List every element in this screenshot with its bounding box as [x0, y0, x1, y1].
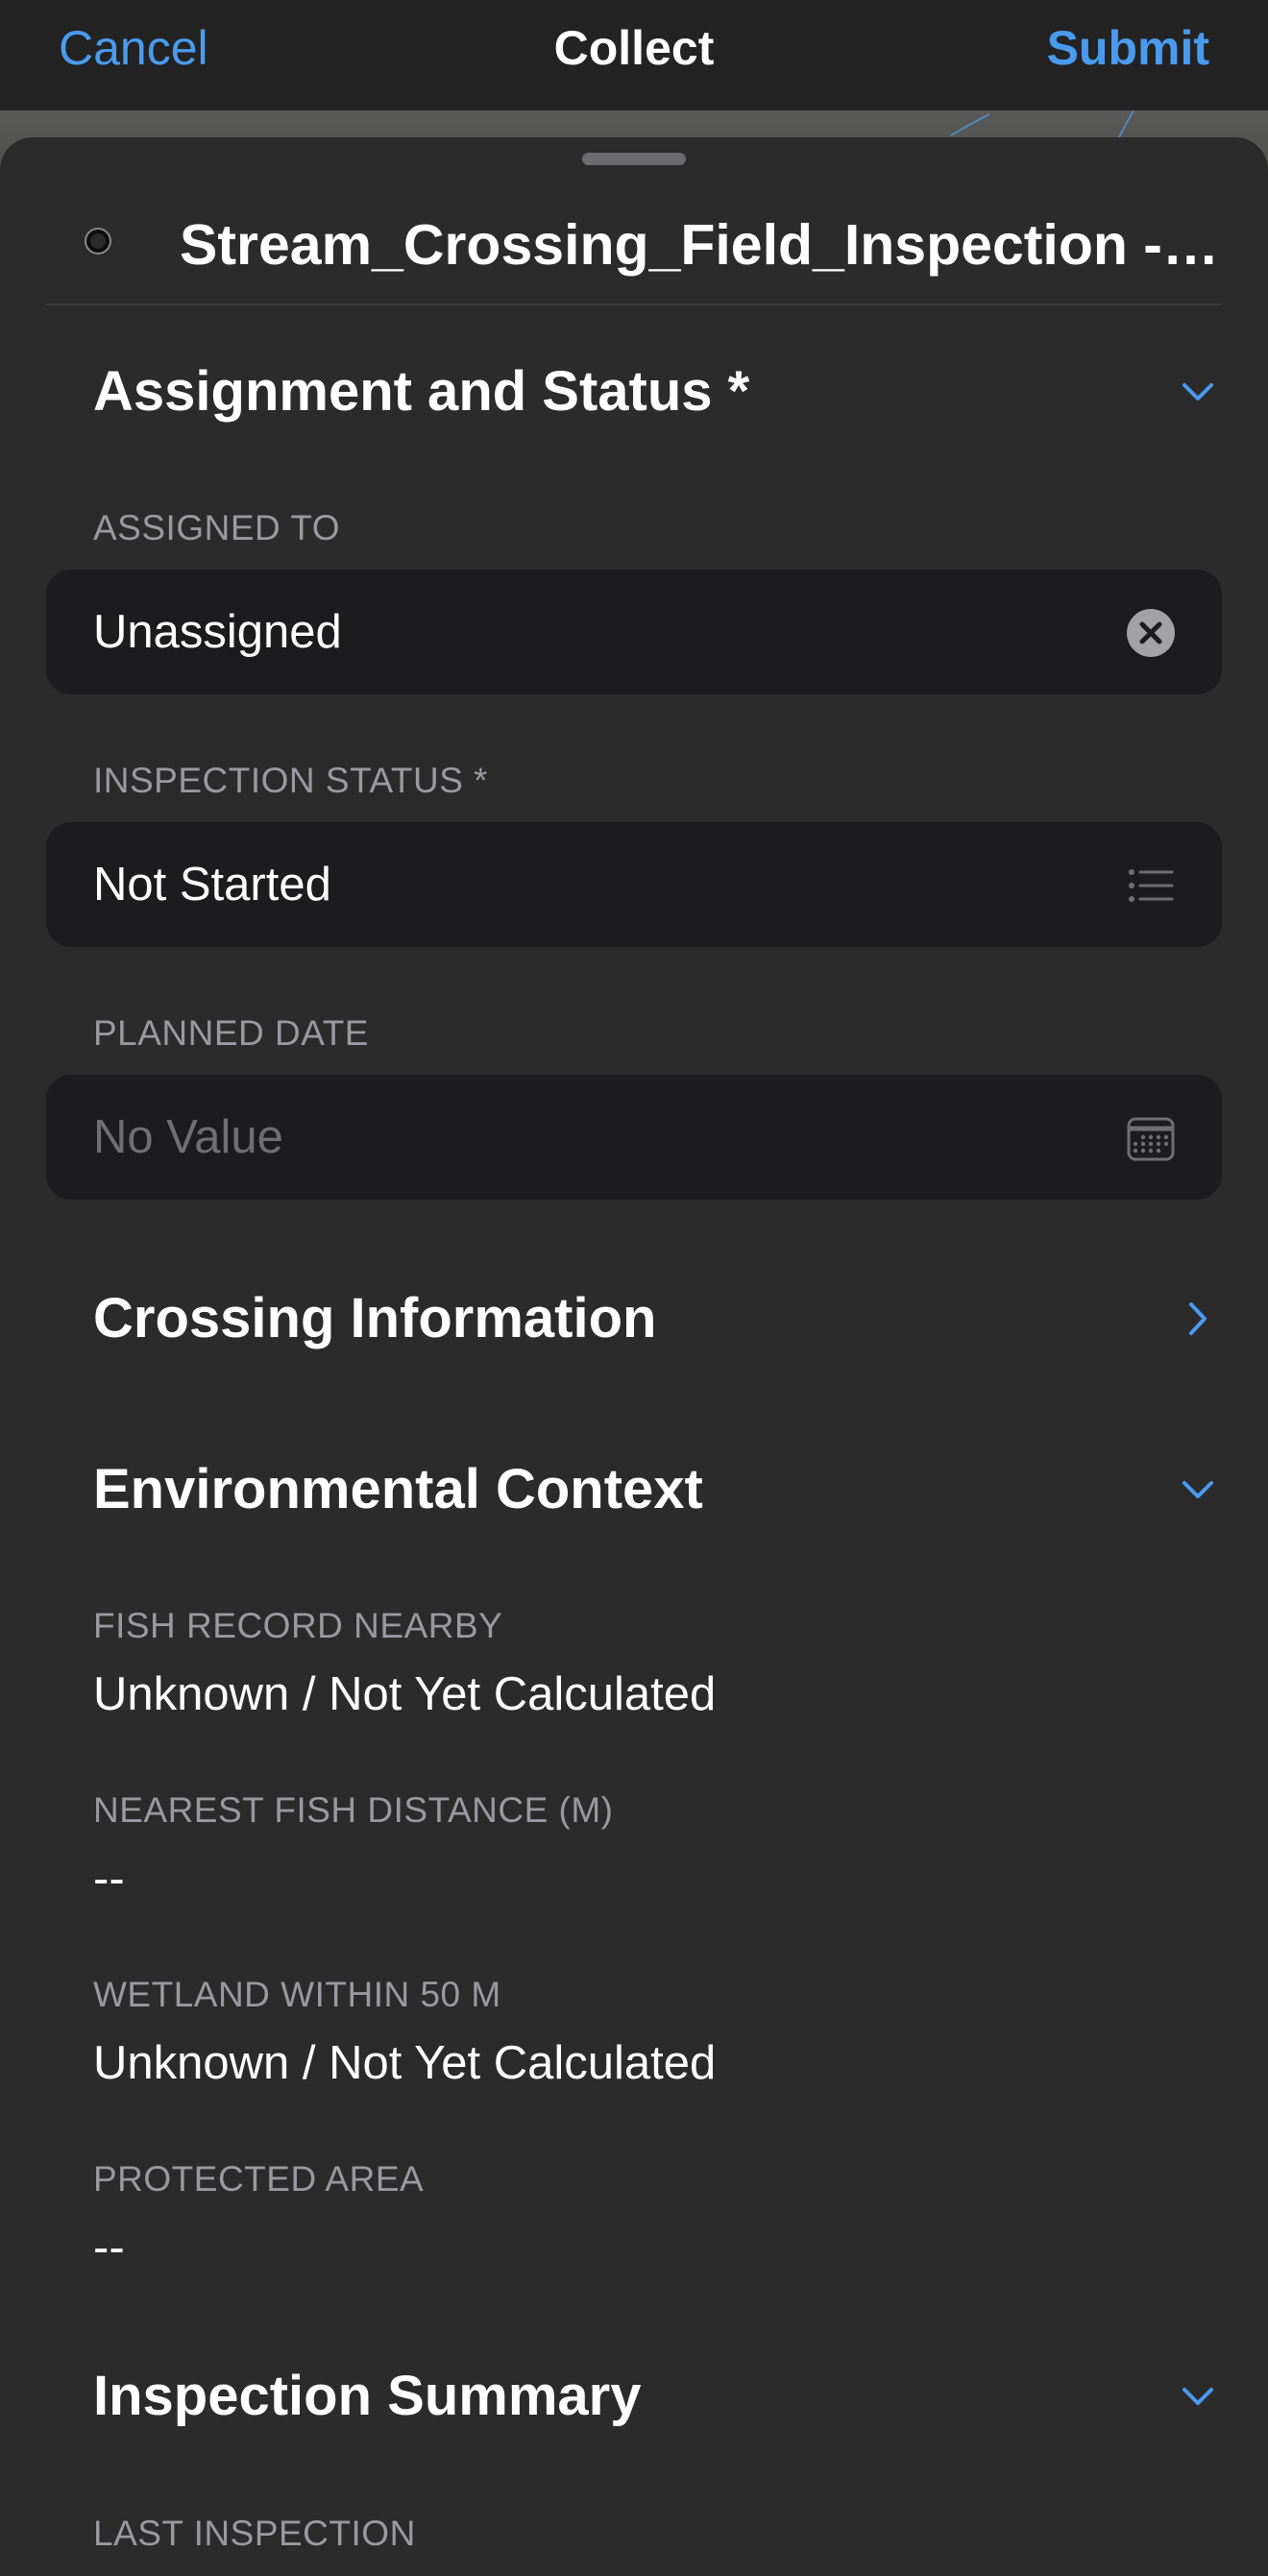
field-label-protected-area: PROTECTED AREA [93, 2159, 425, 2199]
chevron-down-icon [1183, 2388, 1213, 2405]
fish-record-nearby-value: Unknown / Not Yet Calculated [93, 1668, 717, 1720]
sheet-header: Stream_Crossing_Field_Inspection - S... [46, 189, 1222, 305]
assigned-to-value: Unassigned [93, 606, 342, 658]
field-label-inspection-status: INSPECTION STATUS * [93, 761, 489, 800]
field-label-wetland-within-50m: WETLAND WITHIN 50 M [93, 1975, 501, 2014]
sheet-title: Stream_Crossing_Field_Inspection - S... [180, 213, 1222, 277]
navigation-bar: Cancel Collect Submit [0, 0, 1268, 110]
field-label-assigned-to: ASSIGNED TO [93, 508, 341, 547]
wetland-within-50m-value: Unknown / Not Yet Calculated [93, 2037, 717, 2089]
group-title: Crossing Information [93, 1287, 657, 1349]
calendar-icon [1127, 1117, 1175, 1161]
protected-area-value: -- [93, 2222, 125, 2273]
submit-button[interactable]: Submit [1047, 17, 1209, 79]
inspection-status-value: Not Started [93, 859, 331, 911]
inspection-status-field[interactable]: Not Started [46, 822, 1222, 947]
list-icon [1129, 869, 1174, 902]
group-title: Environmental Context [93, 1458, 703, 1520]
group-title: Assignment and Status * [93, 360, 750, 423]
chevron-right-icon [1189, 1302, 1207, 1335]
group-header-environmental-context[interactable]: Environmental Context [93, 1451, 1217, 1528]
group-title: Inspection Summary [93, 2365, 642, 2427]
field-label-last-inspection: LAST INSPECTION [93, 2514, 416, 2553]
clear-icon[interactable] [1126, 608, 1176, 658]
planned-date-placeholder: No Value [93, 1111, 283, 1163]
chevron-down-icon [1183, 383, 1213, 401]
group-header-assignment[interactable]: Assignment and Status * [93, 353, 1217, 430]
assigned-to-field[interactable]: Unassigned [46, 570, 1222, 694]
field-label-planned-date: PLANNED DATE [93, 1013, 369, 1053]
sheet-grabber-handle[interactable] [582, 153, 686, 165]
chevron-down-icon [1183, 1481, 1213, 1498]
nearest-fish-distance-value: -- [93, 1853, 125, 1905]
field-label-fish-record-nearby: FISH RECORD NEARBY [93, 1606, 503, 1645]
point-feature-icon [86, 230, 110, 253]
group-header-crossing-information[interactable]: Crossing Information [93, 1280, 1217, 1357]
planned-date-field[interactable]: No Value [46, 1075, 1222, 1200]
group-header-inspection-summary[interactable]: Inspection Summary [93, 2358, 1217, 2435]
feature-form-sheet: Stream_Crossing_Field_Inspection - S... … [0, 137, 1268, 2576]
field-label-nearest-fish-distance: NEAREST FISH DISTANCE (M) [93, 1790, 614, 1830]
